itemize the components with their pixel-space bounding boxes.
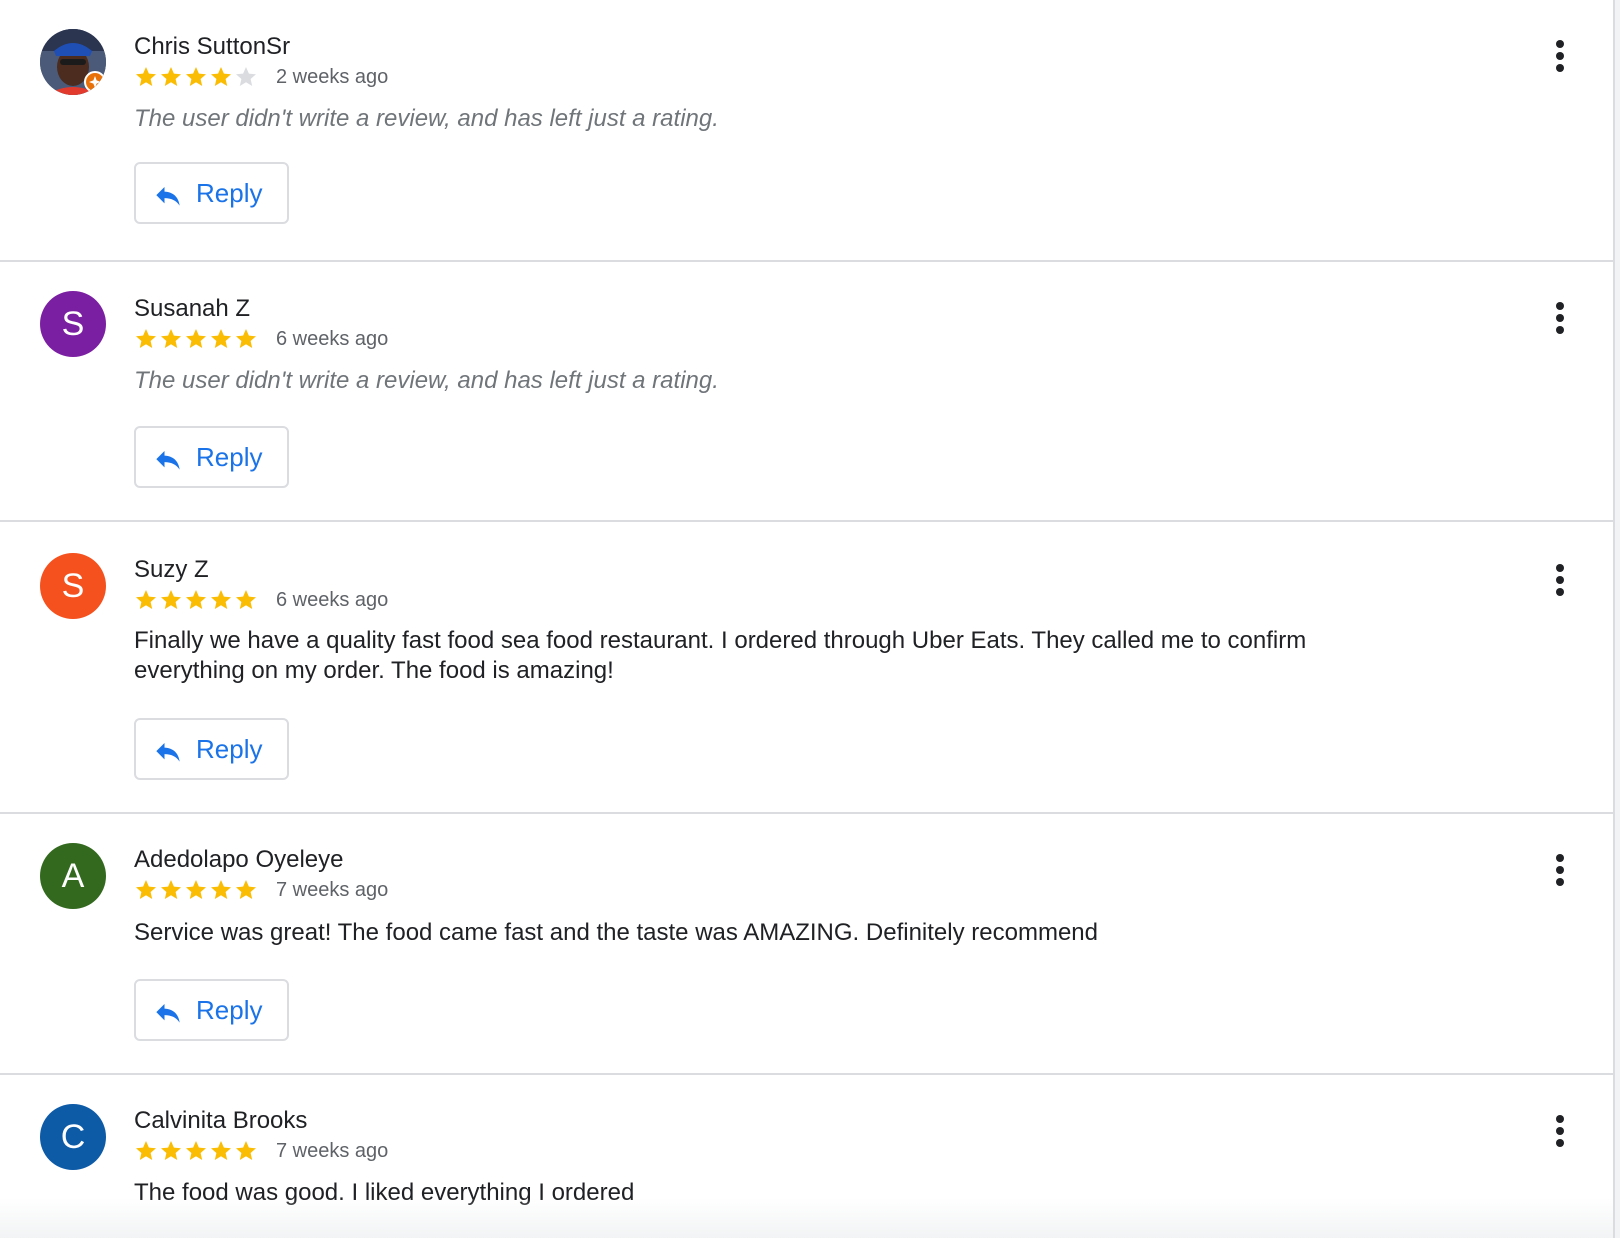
star-empty-icon: [236, 67, 256, 86]
star-filled-icon: [186, 590, 206, 609]
reviewer-name[interactable]: Chris SuttonSr: [134, 33, 290, 61]
avatar-initial: S: [61, 305, 85, 343]
reply-label: Reply: [196, 178, 263, 208]
reply-arrow-icon: [156, 187, 180, 206]
reply-button[interactable]: Reply: [134, 718, 289, 780]
reply-label: Reply: [196, 442, 263, 472]
more-options-icon[interactable]: [1546, 560, 1574, 600]
reviewer-avatar[interactable]: C: [40, 1104, 106, 1170]
reviewer-avatar[interactable]: S: [40, 553, 106, 619]
review-age: 2 weeks ago: [276, 66, 389, 88]
star-filled-icon: [161, 1141, 181, 1160]
star-filled-icon: [186, 329, 206, 348]
review-age: 7 weeks ago: [276, 879, 389, 901]
star-filled-icon: [161, 329, 181, 348]
star-filled-icon: [186, 67, 206, 86]
star-rating: [134, 1139, 258, 1163]
review-text: Service was great! The food came fast an…: [134, 919, 1098, 946]
star-filled-icon: [136, 590, 156, 609]
star-rating: [134, 588, 258, 612]
avatar-initial: C: [60, 1118, 86, 1156]
review-card: C Calvinita Brooks 7 weeks ago The food …: [0, 1075, 1613, 1238]
more-options-icon[interactable]: [1546, 298, 1574, 338]
more-options-icon[interactable]: [1546, 36, 1574, 76]
reply-arrow-icon: [156, 743, 180, 762]
star-filled-icon: [136, 880, 156, 899]
review-card: S Susanah Z 6 weeks ago The user didn't …: [0, 262, 1613, 522]
review-card: A Adedolapo Oyeleye 7 weeks ago Service …: [0, 814, 1613, 1075]
reviewer-name[interactable]: Susanah Z: [134, 295, 250, 323]
review-text: Finally we have a quality fast food sea …: [134, 627, 1307, 684]
star-filled-icon: [211, 1141, 231, 1160]
star-filled-icon: [136, 67, 156, 86]
star-rating: [134, 878, 258, 902]
star-filled-icon: [236, 590, 256, 609]
more-options-icon[interactable]: [1546, 850, 1574, 890]
star-filled-icon: [211, 590, 231, 609]
reply-label: Reply: [196, 734, 263, 764]
star-filled-icon: [236, 329, 256, 348]
star-filled-icon: [161, 590, 181, 609]
reply-arrow-icon: [156, 1004, 180, 1023]
star-filled-icon: [211, 67, 231, 86]
star-filled-icon: [211, 880, 231, 899]
star-filled-icon: [136, 329, 156, 348]
review-card: Chris SuttonSr 2 weeks ago The user didn…: [0, 0, 1613, 262]
star-rating: [134, 65, 258, 89]
reviewer-avatar[interactable]: A: [40, 843, 106, 909]
reviewer-name[interactable]: Suzy Z: [134, 556, 209, 584]
reply-button[interactable]: Reply: [134, 979, 289, 1041]
star-filled-icon: [161, 67, 181, 86]
review-text: The food was good. I liked everything I …: [134, 1179, 635, 1206]
reviewer-avatar[interactable]: [40, 29, 106, 95]
star-filled-icon: [211, 329, 231, 348]
reply-button[interactable]: Reply: [134, 426, 289, 488]
star-filled-icon: [136, 1141, 156, 1160]
review-age: 6 weeks ago: [276, 328, 389, 350]
reviews-panel: Chris SuttonSr 2 weeks ago The user didn…: [0, 0, 1615, 1238]
review-text: The user didn't write a review, and has …: [134, 105, 719, 132]
reply-label: Reply: [196, 995, 263, 1025]
star-rating: [134, 327, 258, 351]
review-text: The user didn't write a review, and has …: [134, 367, 719, 394]
reply-arrow-icon: [156, 451, 180, 470]
reply-button[interactable]: Reply: [134, 162, 289, 224]
avatar-initial: A: [61, 857, 85, 895]
review-card: S Suzy Z 6 weeks ago Finally we have a q…: [0, 522, 1613, 814]
star-filled-icon: [186, 1141, 206, 1160]
star-filled-icon: [161, 880, 181, 899]
avatar-initial: S: [61, 567, 85, 605]
review-age: 7 weeks ago: [276, 1140, 389, 1162]
review-age: 6 weeks ago: [276, 589, 389, 611]
reviewer-name[interactable]: Adedolapo Oyeleye: [134, 846, 343, 874]
star-filled-icon: [236, 1141, 256, 1160]
reviewer-name[interactable]: Calvinita Brooks: [134, 1107, 307, 1135]
star-filled-icon: [236, 880, 256, 899]
local-guide-badge-icon: [84, 71, 106, 93]
more-options-icon[interactable]: [1546, 1111, 1574, 1151]
star-filled-icon: [186, 880, 206, 899]
reviewer-avatar[interactable]: S: [40, 291, 106, 357]
